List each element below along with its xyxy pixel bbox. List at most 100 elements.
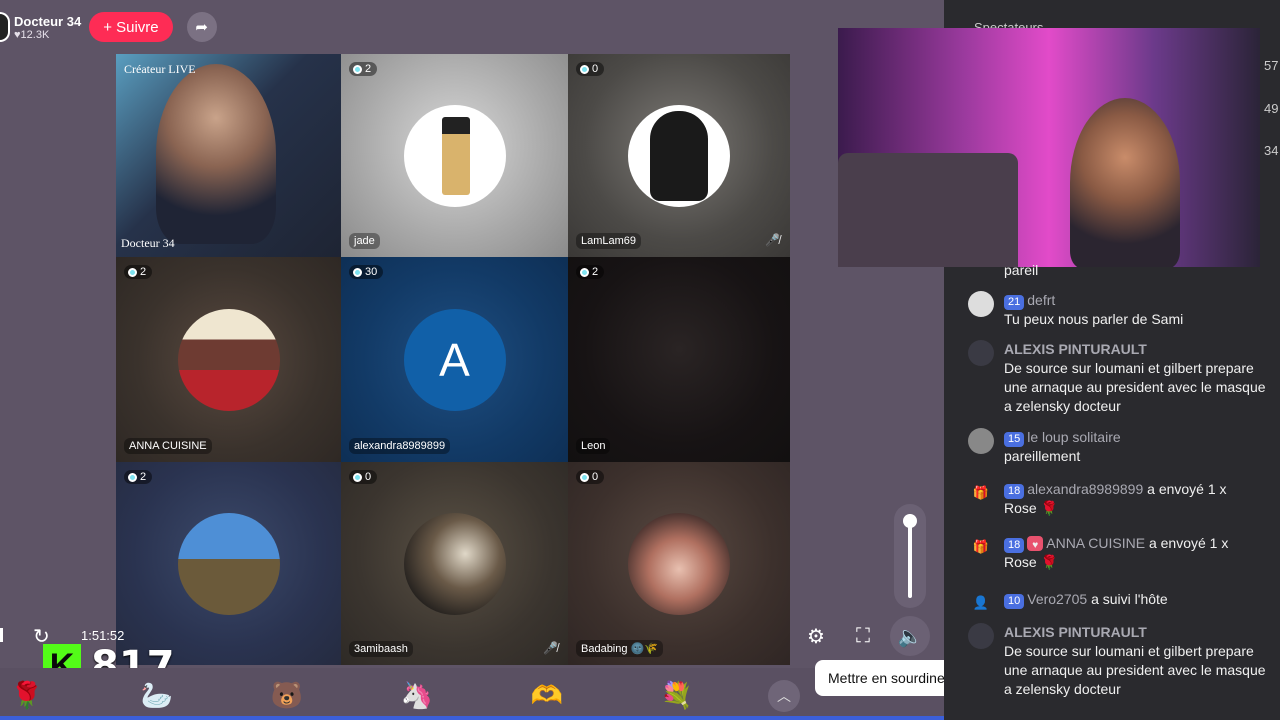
message-text: Tu peux nous parler de Sami — [1004, 311, 1184, 327]
chat-username[interactable]: le loup solitaire — [1027, 429, 1120, 445]
badge-count: 2 — [140, 471, 147, 483]
gift-name: Rose 🌹 — [1004, 554, 1059, 570]
host-info: Docteur 34 ♥12.3K — [14, 14, 81, 41]
speaker-icon[interactable]: 🔈 — [890, 616, 930, 656]
viewer-dot-icon — [128, 267, 137, 277]
level-badge: 10 — [1004, 594, 1025, 609]
host-likes: ♥12.3K — [14, 28, 50, 41]
grid-tile[interactable]: 0 3amibaash 🎤̸ — [341, 462, 568, 665]
viewer-badge: 0 — [576, 470, 605, 484]
message-text: pareil — [1004, 262, 1039, 278]
follow-user-icon: 👤 — [972, 595, 990, 610]
tile-name: alexandra8989899 — [349, 438, 451, 454]
bear-gift-icon[interactable]: 🐻 — [268, 676, 306, 714]
message-text: pareillement — [1004, 448, 1081, 464]
muted-mic-icon: 🎤̸ — [543, 641, 558, 655]
level-badge: 21 — [1004, 295, 1025, 310]
guest-grid: Créateur LIVE Docteur 34 2 jade 0 LamLam… — [116, 54, 790, 665]
chat-gift-message: 🎁 18 ♥ ANNA CUISINE a envoyé 1 x Rose 🌹 — [968, 534, 1272, 572]
avatar[interactable] — [968, 340, 994, 366]
unicorn-gift-icon[interactable]: 🦄 — [398, 676, 436, 714]
avatar[interactable] — [968, 428, 994, 454]
viewer-dot-icon — [353, 472, 362, 482]
level-badge: 18 — [1004, 484, 1025, 499]
side-number: 57 — [1264, 58, 1279, 73]
chat-follow-message: 👤 10 Vero2705 a suivi l'hôte — [968, 590, 1272, 610]
grid-tile-creator[interactable]: Créateur LIVE Docteur 34 — [116, 54, 341, 257]
tile-name: Docteur 34 — [121, 236, 175, 250]
gift-name: Rose 🌹 — [1004, 500, 1059, 516]
level-badge: 18 — [1004, 538, 1025, 553]
webcam-person — [1070, 98, 1180, 267]
badge-count: 2 — [592, 266, 599, 278]
viewer-badge: 0 — [576, 62, 605, 76]
grid-tile[interactable]: 2 Leon — [568, 257, 790, 462]
grid-tile[interactable]: 0 Badabing 🌚🌾 — [568, 462, 790, 665]
fullscreen-icon[interactable]: ⛶ — [849, 622, 877, 650]
chat-username[interactable]: defrt — [1027, 292, 1055, 308]
viewer-dot-icon — [353, 267, 362, 277]
chat-username[interactable]: alexandra8989899 — [1027, 481, 1143, 497]
rose-gift-icon[interactable]: 🌹 — [8, 676, 46, 714]
chat-username[interactable]: ALEXIS PINTURAULT — [1004, 624, 1147, 640]
viewer-badge: 2 — [576, 265, 605, 279]
grid-tile[interactable]: 30 A alexandra8989899 — [341, 257, 568, 462]
avatar[interactable] — [968, 623, 994, 649]
chat-gift-message: 🎁 18 alexandra8989899 a envoyé 1 x Rose 🌹 — [968, 480, 1272, 518]
gift-icon: 🎁 — [972, 539, 990, 554]
avatar[interactable] — [968, 291, 994, 317]
host-name[interactable]: Docteur 34 — [14, 14, 81, 29]
grid-tile[interactable]: 2 ANNA CUISINE — [116, 257, 341, 462]
tile-name: 3amibaash — [349, 641, 413, 657]
viewer-badge: 2 — [349, 62, 378, 76]
follow-button[interactable]: + Suivre — [89, 12, 173, 42]
tile-name: Leon — [576, 438, 611, 454]
avatar — [403, 512, 506, 615]
tile-name: Badabing 🌚🌾 — [576, 640, 663, 657]
grid-tile[interactable]: 0 LamLam69 🎤̸ — [568, 54, 790, 257]
volume-knob[interactable] — [903, 514, 917, 529]
host-header: Docteur 34 ♥12.3K + Suivre ➦ — [0, 8, 217, 46]
gift-action: a envoyé 1 x — [1147, 481, 1227, 497]
tile-name: jade — [349, 233, 380, 249]
badge-count: 0 — [365, 471, 372, 483]
follow-action: a suivi l'hôte — [1091, 591, 1168, 607]
tile-name: LamLam69 — [576, 233, 642, 249]
chat-message: 15 le loup solitaire pareillement — [968, 428, 1272, 466]
settings-gear-icon[interactable]: ⚙ — [802, 622, 830, 650]
volume-slider[interactable] — [894, 504, 926, 608]
badge-count: 30 — [365, 266, 378, 278]
share-arrow-icon[interactable]: ➦ — [186, 12, 217, 42]
tile-name: ANNA CUISINE — [124, 438, 212, 454]
avatar — [628, 104, 730, 207]
webcam-sofa — [838, 153, 1018, 267]
viewer-badge: 2 — [124, 470, 153, 484]
swan-gift-icon[interactable]: 🦢 — [138, 676, 176, 714]
heart-hands-gift-icon[interactable]: 🫶 — [528, 676, 566, 714]
chat-username[interactable]: ANNA CUISINE — [1046, 535, 1145, 551]
chat-username[interactable]: Vero2705 — [1027, 591, 1087, 607]
chat-message: ALEXIS PINTURAULT De source sur loumani … — [968, 623, 1272, 699]
level-badge: 15 — [1004, 432, 1025, 447]
letter-avatar: A — [403, 308, 506, 411]
grid-tile[interactable]: 2 — [116, 462, 341, 665]
viewer-badge: 0 — [349, 470, 378, 484]
heart-badge-icon: ♥ — [1027, 536, 1044, 551]
muted-mic-icon: 🎤̸ — [765, 233, 780, 247]
badge-count: 2 — [365, 63, 372, 75]
chat-username[interactable]: ALEXIS PINTURAULT — [1004, 341, 1147, 357]
avatar — [403, 104, 506, 207]
gift-action: a envoyé 1 x — [1148, 535, 1229, 551]
host-avatar[interactable] — [0, 12, 10, 42]
message-text: De source sur loumani et gilbert prepare… — [1004, 643, 1266, 697]
gift-icon: 🎁 — [972, 485, 990, 500]
viewer-badge: 2 — [124, 265, 153, 279]
chevron-up-icon[interactable]: ︿ — [768, 680, 800, 712]
viewer-dot-icon — [580, 267, 589, 277]
edge-marker — [0, 628, 3, 642]
streamer-webcam — [838, 28, 1260, 267]
viewer-dot-icon — [353, 64, 362, 74]
chat-message: ALEXIS PINTURAULT De source sur loumani … — [968, 340, 1272, 416]
grid-tile[interactable]: 2 jade — [341, 54, 568, 257]
bouquet-gift-icon[interactable]: 💐 — [658, 676, 696, 714]
